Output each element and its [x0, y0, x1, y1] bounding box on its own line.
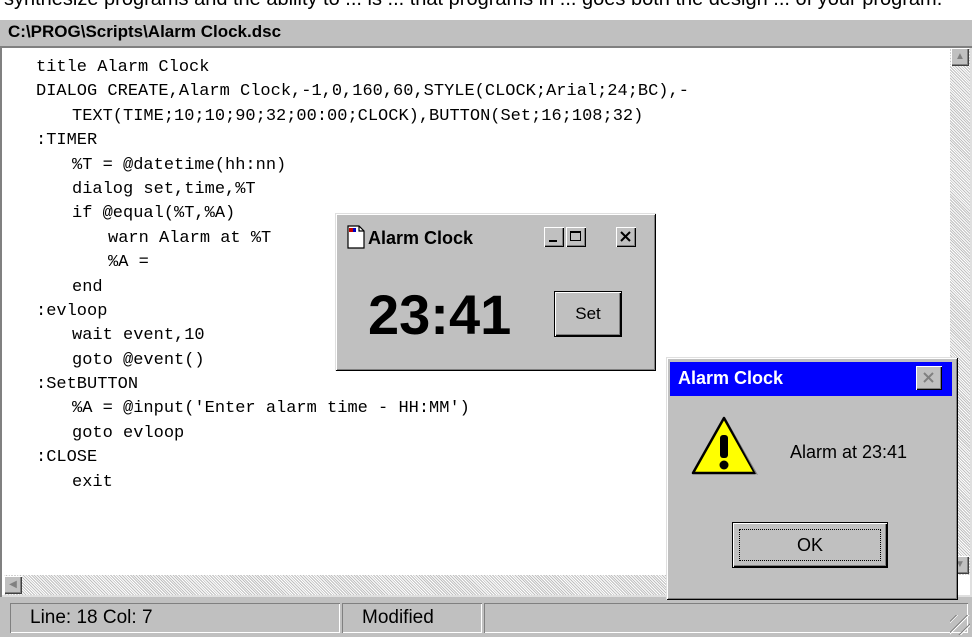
close-button[interactable] [616, 227, 636, 247]
ok-button[interactable]: OK [733, 523, 887, 567]
status-bar: Line: 18 Col: 7 Modified [0, 600, 972, 637]
message-box-title: Alarm Clock [678, 368, 784, 388]
message-text: Alarm at 23:41 [790, 442, 908, 462]
close-icon [620, 231, 631, 242]
code-line[interactable]: :TIMER [36, 129, 946, 153]
code-line[interactable]: TEXT(TIME;10;10;90;32;00:00;CLOCK),BUTTO… [72, 105, 946, 129]
focus-rectangle [739, 529, 881, 561]
status-position: Line: 18 Col: 7 [10, 603, 340, 633]
minimize-icon [549, 240, 557, 242]
top-banner: synthesize programs and the ability to .… [0, 0, 972, 20]
code-line[interactable]: DIALOG CREATE,Alarm Clock,-1,0,160,60,ST… [36, 80, 946, 104]
close-icon [923, 372, 934, 383]
minimize-button[interactable] [544, 227, 564, 247]
editor-title: C:\PROG\Scripts\Alarm Clock.dsc [8, 22, 282, 41]
set-button[interactable]: Set [555, 292, 621, 336]
warning-icon [691, 416, 758, 475]
code-line[interactable]: dialog set,time,%T [72, 178, 946, 202]
resize-grip-icon[interactable] [950, 615, 970, 635]
clock-window-title: Alarm Clock [368, 228, 474, 248]
banner-text: synthesize programs and the ability to .… [4, 0, 942, 11]
message-close-button[interactable] [916, 366, 942, 390]
status-modified: Modified [342, 603, 482, 633]
maximize-icon [570, 231, 581, 241]
clock-time-display: 23:41 [368, 283, 512, 346]
document-icon [347, 225, 365, 249]
editor-titlebar: C:\PROG\Scripts\Alarm Clock.dsc [0, 20, 972, 44]
status-empty-panel [484, 603, 968, 633]
code-line[interactable]: %T = @datetime(hh:nn) [72, 154, 946, 178]
scroll-up-button[interactable]: ▲ [951, 48, 969, 66]
maximize-button[interactable] [566, 227, 586, 247]
scroll-left-button[interactable]: ◀ [4, 576, 22, 594]
code-line[interactable]: title Alarm Clock [36, 56, 946, 80]
